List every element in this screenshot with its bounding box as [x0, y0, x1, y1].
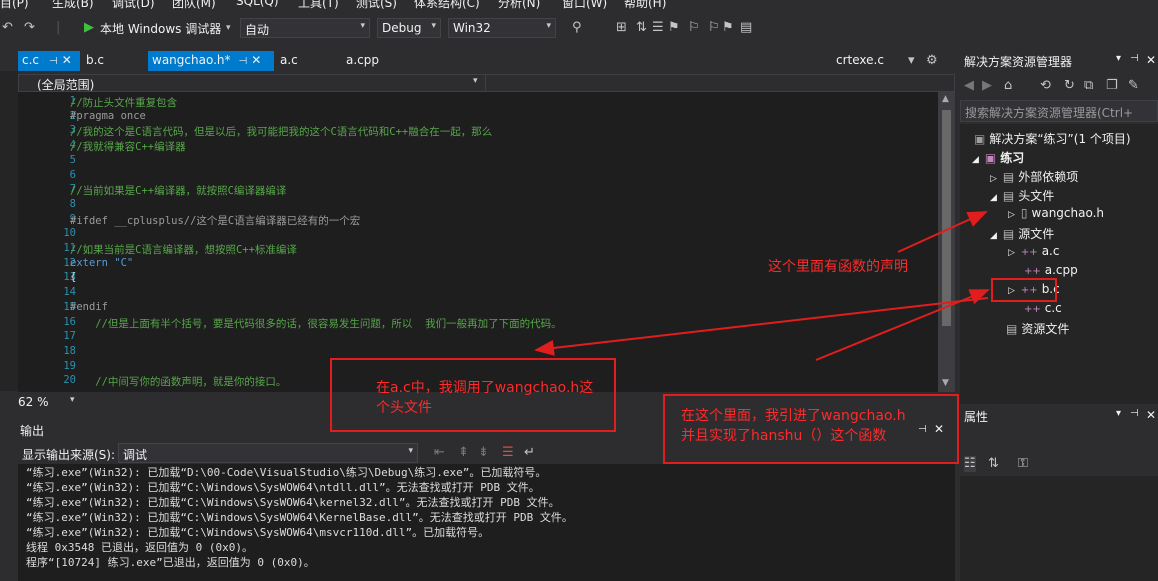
annotation-ac-text: 在a.c中，我调用了wangchao.h这 个头文件 [376, 380, 594, 416]
annotation-box-ac: 在a.c中，我调用了wangchao.h这 个头文件 [330, 358, 616, 432]
highlight-b-c [991, 278, 1057, 302]
arrow-to-header [897, 211, 988, 253]
annotation-box-bc: 在这个里面，我引进了wangchao.h 并且实现了hanshu（）这个函数 [663, 394, 959, 464]
annotation-declaration: 这个里面有函数的声明 [768, 259, 908, 275]
arrow-to-bc [815, 289, 990, 361]
annotation-arrows [534, 211, 990, 361]
arrow-to-code [534, 297, 989, 356]
annotation-bc-text: 在这个里面，我引进了wangchao.h 并且实现了hanshu（）这个函数 [681, 408, 906, 444]
